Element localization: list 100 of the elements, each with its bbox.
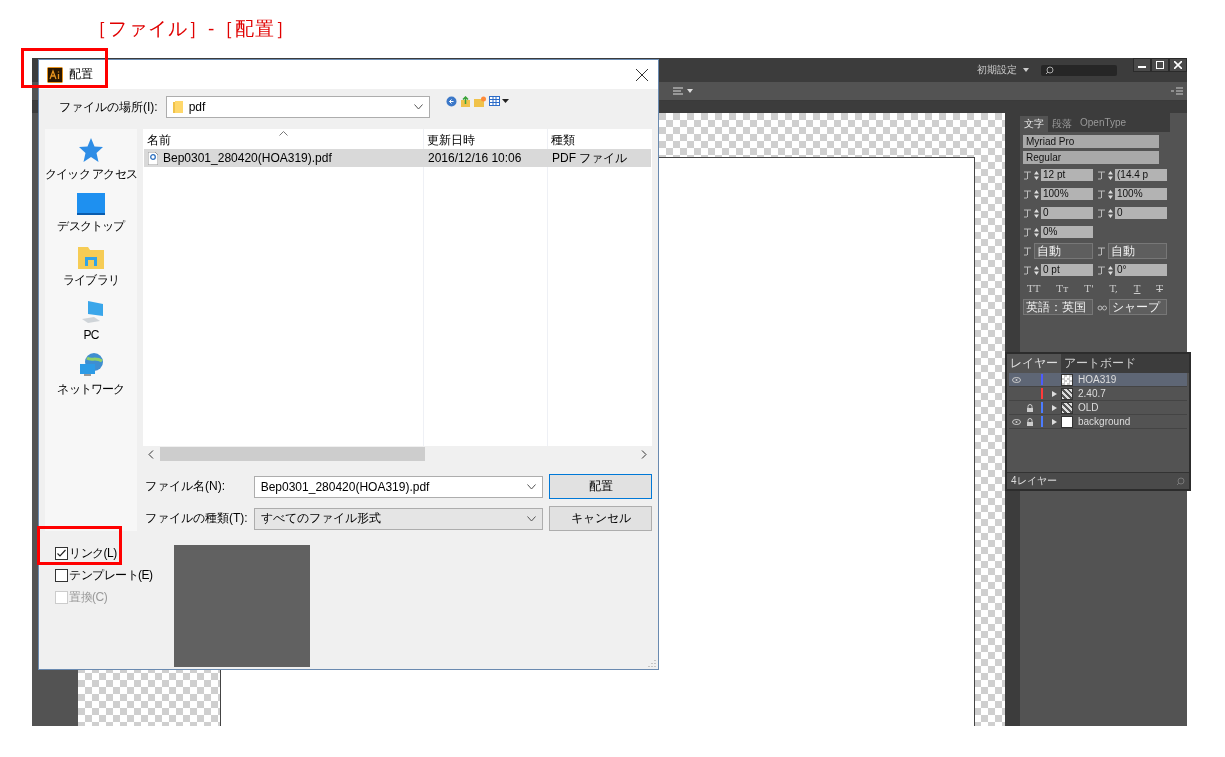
spinner-icon[interactable]	[1034, 227, 1039, 237]
layer-thumbnail	[1061, 415, 1073, 428]
spinner-icon[interactable]	[1034, 265, 1039, 275]
layer-thumbnail	[1061, 387, 1073, 400]
text-setting-icon	[1097, 208, 1106, 218]
up-folder-icon[interactable]	[459, 96, 471, 107]
value-field[interactable]: 0	[1041, 207, 1093, 219]
expand-icon[interactable]	[1051, 404, 1057, 411]
value-field[interactable]: 0%	[1041, 226, 1093, 238]
spinner-icon[interactable]	[1108, 189, 1113, 199]
chevron-down-icon	[527, 515, 536, 522]
type-style-button[interactable]: T'	[1084, 283, 1094, 294]
workspace-button[interactable]: 初期設定	[973, 63, 1033, 77]
layer-row[interactable]: background	[1009, 415, 1187, 429]
place-item[interactable]: ネットワーク	[57, 352, 125, 398]
font-family-dropdown[interactable]: Myriad Pro	[1023, 135, 1159, 148]
panel-tab[interactable]: アートボード	[1061, 354, 1139, 373]
spinner-icon[interactable]	[1108, 170, 1113, 180]
close-icon[interactable]	[636, 68, 648, 81]
eye-icon[interactable]	[1011, 418, 1021, 425]
value-field[interactable]: 100%	[1041, 188, 1093, 200]
layer-row[interactable]: OLD	[1009, 401, 1187, 415]
antialias-dropdown[interactable]: シャープ	[1109, 299, 1167, 315]
text-setting-icon	[1023, 265, 1032, 275]
minimize-button[interactable]	[1133, 58, 1151, 72]
back-icon[interactable]	[445, 96, 457, 107]
type-style-button[interactable]: TT	[1027, 283, 1041, 294]
filename-field[interactable]: Bep0301_280420(HOA319).pdf	[253, 475, 543, 498]
value-field[interactable]: (14.4 p	[1115, 169, 1167, 181]
value-field[interactable]: 0°	[1115, 264, 1167, 276]
checkbox-icon[interactable]	[55, 547, 68, 560]
location-dropdown[interactable]: pdf	[165, 96, 430, 118]
text-setting-icon	[1023, 208, 1032, 218]
scroll-right-icon[interactable]	[641, 449, 647, 459]
text-setting-icon	[1023, 170, 1032, 180]
font-style-dropdown[interactable]: Regular	[1023, 151, 1159, 164]
layer-name: HOA319	[1078, 374, 1117, 385]
file-row[interactable]: Bep0301_280420(HOA319).pdf 2016/12/16 10:06 PDF ファイル	[144, 149, 651, 167]
spinner-icon[interactable]	[1034, 208, 1039, 218]
column-header[interactable]: 名前	[143, 132, 423, 149]
type-style-button[interactable]: T	[1133, 283, 1141, 294]
paragraph-align-icon[interactable]	[672, 86, 694, 96]
filetype-label: ファイルの種類(T):	[145, 510, 248, 527]
lock-icon[interactable]	[1027, 417, 1033, 426]
expand-icon[interactable]	[1051, 390, 1057, 397]
layer-thumbnail	[1061, 401, 1073, 414]
text-setting-icon	[1023, 189, 1032, 199]
type-style-button[interactable]: T	[1156, 283, 1163, 294]
text-setting-icon	[1097, 265, 1106, 275]
eye-icon[interactable]	[1011, 376, 1021, 383]
panel-tab[interactable]: 文字	[1020, 116, 1048, 132]
panel-tab[interactable]: 段落	[1048, 116, 1076, 132]
layer-row[interactable]: 2.40.7	[1009, 387, 1187, 401]
option-checkbox[interactable]: リンク(L)	[55, 545, 117, 562]
spinner-icon[interactable]	[1108, 265, 1113, 275]
value-field[interactable]: 自動	[1108, 243, 1167, 259]
value-field[interactable]: 自動	[1034, 243, 1093, 259]
search-field[interactable]	[1041, 64, 1117, 76]
file-type: PDF ファイル	[551, 149, 629, 167]
folder-icon	[172, 101, 183, 113]
cancel-button[interactable]: キャンセル	[549, 506, 652, 531]
resize-grip-icon[interactable]	[648, 659, 656, 667]
dialog-title: 配置	[69, 66, 93, 83]
filetype-dropdown[interactable]: すべてのファイル形式	[253, 507, 543, 530]
value-field[interactable]: 12 pt	[1041, 169, 1093, 181]
layer-row[interactable]: HOA319	[1009, 373, 1187, 387]
scroll-left-icon[interactable]	[148, 449, 154, 459]
network-icon	[78, 352, 104, 378]
filename-label: ファイル名(N):	[145, 478, 226, 495]
spinner-icon[interactable]	[1034, 189, 1039, 199]
type-style-button[interactable]: T,	[1109, 283, 1118, 294]
language-dropdown[interactable]: 英語：英国	[1023, 299, 1093, 315]
expand-icon[interactable]	[1051, 418, 1057, 425]
caption-title: ［ファイル］-［配置］	[88, 17, 296, 41]
place-item[interactable]: クイック アクセス	[44, 137, 138, 183]
chevron-down-icon	[527, 483, 536, 490]
value-field[interactable]: 0	[1115, 207, 1167, 219]
view-menu-icon[interactable]	[488, 96, 509, 106]
panel-tab[interactable]: レイヤー	[1007, 354, 1061, 373]
place-item[interactable]: ライブラリ	[63, 245, 119, 289]
place-button[interactable]: 配置	[549, 474, 652, 499]
layer-name: background	[1078, 416, 1131, 427]
maximize-button[interactable]	[1151, 58, 1169, 72]
place-item[interactable]: デスクトップ	[57, 193, 125, 235]
checkbox-icon[interactable]	[55, 569, 68, 582]
column-header[interactable]: 種類	[547, 132, 652, 149]
spinner-icon[interactable]	[1108, 208, 1113, 218]
value-field[interactable]: 100%	[1115, 188, 1167, 200]
column-header[interactable]: 更新日時	[423, 132, 547, 149]
type-style-button[interactable]: Tт	[1056, 283, 1069, 294]
panel-tab[interactable]: OpenType	[1076, 116, 1131, 132]
close-button[interactable]	[1169, 58, 1187, 72]
place-item[interactable]: PC	[78, 299, 104, 342]
app-icon	[47, 66, 63, 83]
maximize-icon	[1156, 61, 1164, 69]
option-checkbox[interactable]: テンプレート(E)	[55, 567, 153, 584]
text-setting-icon	[1097, 170, 1106, 180]
value-field[interactable]: 0 pt	[1041, 264, 1093, 276]
lock-icon[interactable]	[1027, 403, 1033, 412]
spinner-icon[interactable]	[1034, 170, 1039, 180]
